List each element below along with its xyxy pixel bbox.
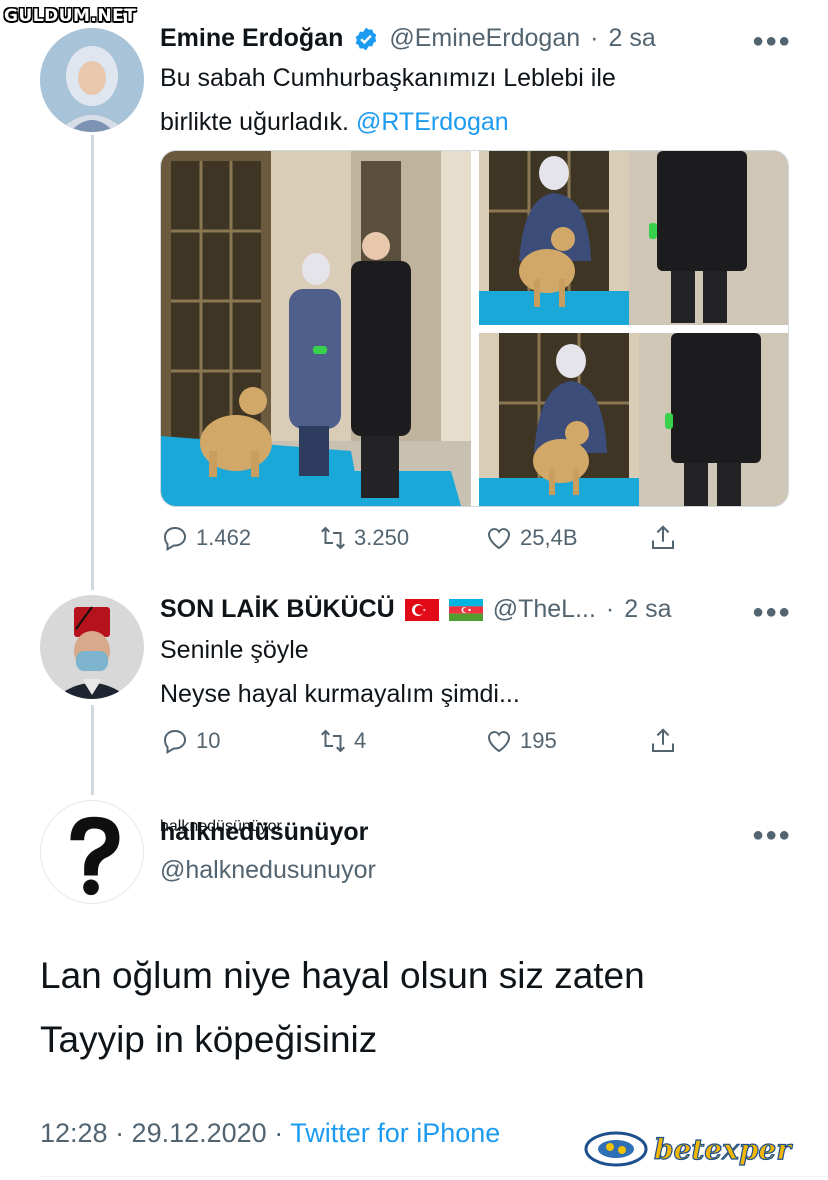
tweet-text-line: Tayyip in köpeğisiniz <box>40 1019 378 1060</box>
share-button[interactable] <box>648 726 678 756</box>
betexper-logo-icon: betexper <box>584 1131 794 1167</box>
tweet-text-line: Bu sabah Cumhurbaşkanımızı Leblebi ile <box>160 64 616 92</box>
reply-icon <box>163 729 187 755</box>
tweet-time[interactable]: 2 sa <box>608 24 655 53</box>
tweet-text-line: Seninle şöyle <box>160 636 309 664</box>
reply-button[interactable]: 10 <box>160 726 220 756</box>
avatar[interactable] <box>40 28 144 132</box>
azerbaijan-flag-icon <box>448 598 483 621</box>
media-grid[interactable] <box>160 150 789 507</box>
reply-button[interactable]: 1.462 <box>160 523 251 553</box>
more-icon[interactable]: ●●● <box>752 30 791 53</box>
reply-count: 1.462 <box>196 525 252 550</box>
user-handle[interactable]: @TheL... <box>493 595 596 624</box>
thread-line <box>91 135 94 590</box>
reply-icon <box>163 526 187 552</box>
verified-icon <box>356 27 377 50</box>
tweet-header: Emine Erdoğan @EmineErdogan · 2 sa <box>160 24 656 53</box>
photo-main[interactable] <box>161 151 471 506</box>
tweet-footer: 12:28 · 29.12.2020 · Twitter for iPhone <box>40 1118 500 1149</box>
tweet-text-line: Neyse hayal kurmayalım şimdi... <box>160 680 520 708</box>
thread-line <box>91 705 94 795</box>
photo-bottom-right[interactable] <box>479 333 788 506</box>
separator: · <box>266 1118 291 1148</box>
divider <box>40 1176 828 1177</box>
like-button[interactable]: 25,4B <box>484 523 578 553</box>
turkey-flag-icon <box>404 598 439 621</box>
question-head-icon <box>41 801 143 903</box>
separator: · <box>590 24 599 52</box>
separator: · <box>605 595 615 623</box>
share-button[interactable] <box>648 523 678 553</box>
display-name-text: halknedüsünüyor <box>160 818 369 846</box>
share-icon <box>652 525 674 549</box>
watermark-logo: GULDUM.NET <box>4 6 137 26</box>
user-handle[interactable]: @EmineErdogan <box>389 24 580 53</box>
avatar[interactable] <box>40 800 144 904</box>
user-handle[interactable]: @halknedusunuyor <box>160 856 376 885</box>
more-icon[interactable]: ●●● <box>752 601 791 624</box>
timestamp[interactable]: 12:28 · 29.12.2020 <box>40 1118 267 1148</box>
source-link[interactable]: Twitter for iPhone <box>290 1118 500 1148</box>
tweet-text: Seninle şöyle Neyse hayal kurmayalım şim… <box>160 628 780 716</box>
photo-top-right[interactable] <box>479 151 788 325</box>
reply-count: 10 <box>196 728 221 753</box>
tweet-time[interactable]: 2 sa <box>624 595 671 624</box>
like-icon <box>487 528 511 550</box>
display-name[interactable]: SON LAİK BÜKÜCÜ <box>160 595 395 624</box>
retweet-icon <box>321 729 345 753</box>
like-count: 25,4B <box>520 525 578 550</box>
avatar[interactable] <box>40 595 144 699</box>
avatar-image <box>40 595 144 699</box>
tweet-header: SON LAİK BÜKÜCÜ @TheL... · 2 sa <box>160 595 672 624</box>
tweet-text: Bu sabah Cumhurbaşkanımızı Leblebi ile b… <box>160 56 780 144</box>
retweet-icon <box>321 526 345 550</box>
retweet-button[interactable]: 4 <box>318 726 366 756</box>
like-button[interactable]: 195 <box>484 726 557 756</box>
avatar-image <box>40 28 144 132</box>
tweet-text-line: birlikte uğurladık. <box>160 108 349 136</box>
retweet-button[interactable]: 3.250 <box>318 523 409 553</box>
display-name[interactable]: Emine Erdoğan <box>160 24 343 53</box>
more-icon[interactable]: ●●● <box>752 824 791 847</box>
like-count: 195 <box>520 728 557 753</box>
share-icon <box>652 728 674 752</box>
tweet-text: Lan oğlum niye hayal olsun siz zaten Tay… <box>40 944 800 1072</box>
mention-link[interactable]: @RTErdogan <box>356 108 509 136</box>
retweet-count: 4 <box>354 728 367 753</box>
like-icon <box>487 731 511 753</box>
brand-logo-text: betexper <box>654 1133 793 1166</box>
brand-logo: betexper <box>584 1126 824 1172</box>
retweet-count: 3.250 <box>354 525 410 550</box>
tweet-text-line: Lan oğlum niye hayal olsun siz zaten <box>40 955 645 996</box>
